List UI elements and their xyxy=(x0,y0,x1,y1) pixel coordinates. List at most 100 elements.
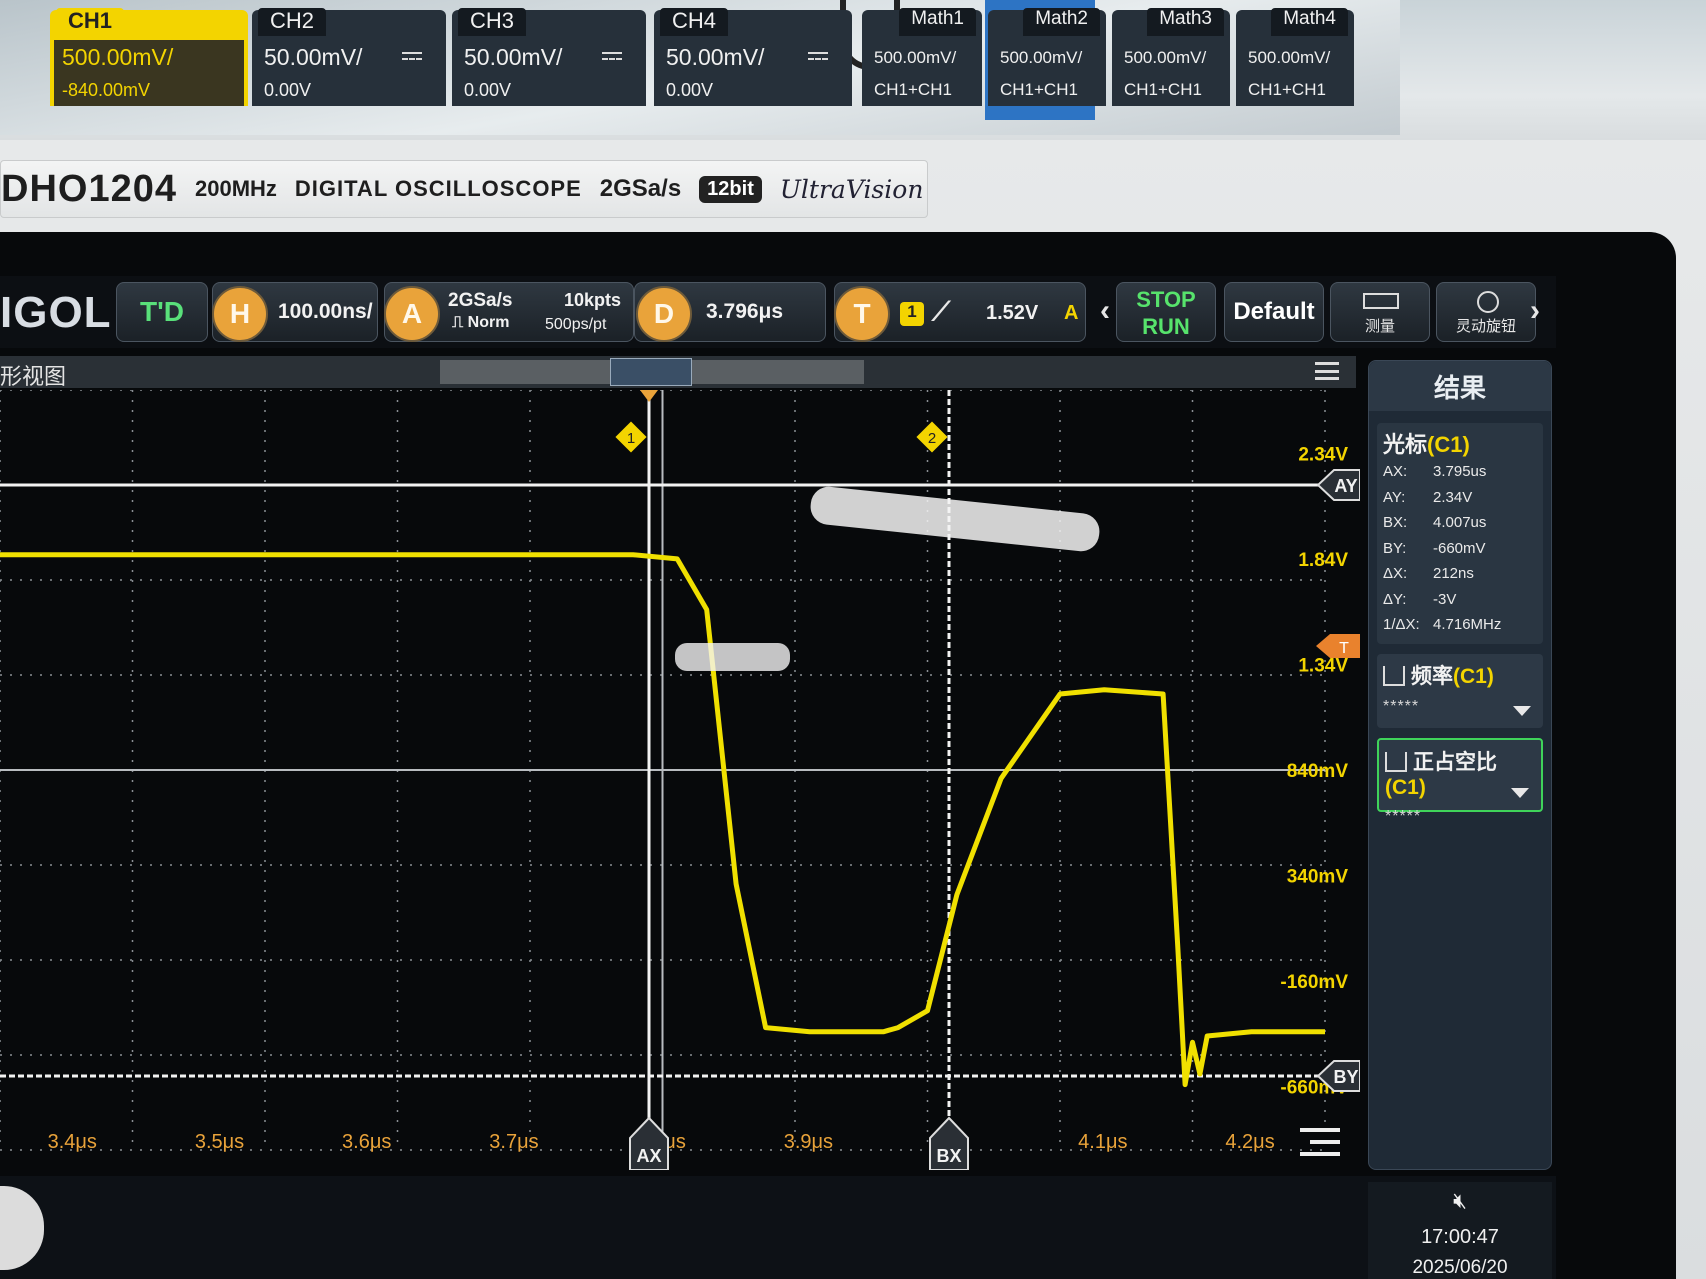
ch3-scale: 50.00mV/ xyxy=(464,44,563,70)
sample-rate-label: 2GSa/s xyxy=(599,175,682,202)
device-kind-label: DIGITAL OSCILLOSCOPE xyxy=(294,176,582,201)
duty-measurement[interactable]: 正占空比(C1) ***** xyxy=(1377,737,1543,825)
time-tick-label: 3.7μs xyxy=(489,1131,538,1153)
cursor-row-key: ΔY: xyxy=(1383,590,1407,608)
duty-source: (C1) xyxy=(1385,775,1426,799)
chevron-right-icon[interactable]: › xyxy=(1530,294,1540,328)
cursor-row-value: 2.34V xyxy=(1433,488,1473,506)
math2-expr: CH1+CH1 xyxy=(1000,80,1078,99)
ch2-box[interactable]: CH2 50.00mV/ 0.00V xyxy=(252,8,446,106)
math4-scale: 500.00mV/ xyxy=(1248,48,1331,67)
dc-coupling-icon xyxy=(808,52,828,60)
results-panel: 结果 光标(C1) AX: 3.795us AY: 2.34V BX: 4.007us BY… xyxy=(1368,360,1552,1170)
volt-tick-label: -160mV xyxy=(1280,972,1348,993)
volt-tick-label: 1.84V xyxy=(1298,550,1348,571)
trigger-source-badge: 1 xyxy=(900,302,924,326)
chevron-down-icon[interactable] xyxy=(1511,787,1529,798)
horizontal-key[interactable]: H xyxy=(212,286,268,342)
cursor-row: BY: -660mV xyxy=(1383,536,1537,562)
cursor-row-value: 3.795us xyxy=(1433,463,1487,481)
delay-value: 3.796μs xyxy=(706,300,784,323)
chevron-down-icon[interactable] xyxy=(1513,705,1531,716)
pulse-icon: ⎍ xyxy=(452,314,464,331)
measure-button[interactable]: 测量 xyxy=(1330,282,1430,342)
knob-label: 灵动旋钮 xyxy=(1455,318,1516,335)
cursor-rows: AX: 3.795us AY: 2.34V BX: 4.007us BY: -660mV ΔX:… xyxy=(1383,459,1537,638)
knob-button[interactable]: 灵动旋钮 xyxy=(1436,282,1536,342)
measure-label: 测量 xyxy=(1364,318,1395,335)
duty-label: 正占空比 xyxy=(1413,750,1497,774)
math4-tab: Math4 xyxy=(1271,8,1348,36)
acquire-rate: 2GSa/s xyxy=(448,290,513,311)
math2-tab: Math2 xyxy=(1023,8,1100,36)
cursor-readout-title: 光标(C1) xyxy=(1383,427,1537,459)
brand-strip: DHO1204 200MHz DIGITAL OSCILLOSCOPE 2GSa… xyxy=(0,160,928,218)
cursor-row: BX: 4.007us xyxy=(1383,510,1537,536)
frequency-measurement[interactable]: 频率(C1) ***** xyxy=(1377,653,1543,728)
time-tick-label: 3.6μs xyxy=(342,1131,391,1153)
cursor-row: AX: 3.795us xyxy=(1383,459,1537,485)
ch4-box[interactable]: CH4 50.00mV/ 0.00V xyxy=(654,8,852,106)
status-clock[interactable]: 🔇︎ 17:00:47 2025/06/20 xyxy=(1368,1182,1552,1279)
bandwidth-label: 200MHz xyxy=(194,176,277,201)
time-tick-label: 3.9μs xyxy=(784,1131,833,1153)
bx-tag-label: BX xyxy=(936,1146,961,1166)
ch4-tab: CH4 xyxy=(660,8,729,36)
ch3-tab: CH3 xyxy=(458,8,527,36)
ch4-scale: 50.00mV/ xyxy=(666,44,765,70)
ax-tag-label: AX xyxy=(636,1146,661,1166)
glare-reflection-2 xyxy=(675,643,790,671)
chevron-left-icon[interactable]: ‹ xyxy=(1100,294,1110,328)
ch1-offset: -840.00mV xyxy=(62,80,151,100)
frequency-title: 频率(C1) xyxy=(1383,660,1537,690)
time-tick-label: 3.5μs xyxy=(195,1131,244,1153)
stop-run-button[interactable]: STOP RUN xyxy=(1116,282,1216,342)
plot-background xyxy=(0,390,1360,1170)
cursor-row-key: ΔX: xyxy=(1383,565,1408,583)
dc-coupling-icon xyxy=(402,52,422,60)
ay-tag-label: AY xyxy=(1334,476,1357,496)
cursor-row-value: 4.007us xyxy=(1433,514,1487,532)
menu-icon[interactable] xyxy=(1315,362,1339,380)
bit-depth-badge: 12bit xyxy=(699,175,762,203)
pulse-icon xyxy=(1383,665,1405,686)
acquire-key[interactable]: A xyxy=(384,286,440,342)
default-button[interactable]: Default xyxy=(1224,282,1324,342)
math4-box[interactable]: Math4 500.00mV/ CH1+CH1 xyxy=(1236,8,1354,106)
math3-box[interactable]: Math3 500.00mV/ CH1+CH1 xyxy=(1112,8,1230,106)
cursor-row-value: 4.716MHz xyxy=(1433,616,1502,634)
math1-box[interactable]: Math1 500.00mV/ CH1+CH1 xyxy=(862,8,982,106)
cursor-readout[interactable]: 光标(C1) AX: 3.795us AY: 2.34V BX: 4.007us BY: -6… xyxy=(1377,423,1543,644)
ch3-box[interactable]: CH3 50.00mV/ 0.00V xyxy=(452,8,646,106)
rigol-logo: IGOL xyxy=(0,288,112,337)
acquire-depth: 10kpts xyxy=(564,290,622,310)
trigger-mode: A xyxy=(1064,302,1079,324)
math4-expr: CH1+CH1 xyxy=(1248,80,1326,99)
overview-viewport[interactable] xyxy=(610,358,692,386)
cursor-row: 1/ΔX: 4.716MHz xyxy=(1383,612,1537,638)
frequency-source: (C1) xyxy=(1453,664,1494,688)
ch2-tab: CH2 xyxy=(258,8,327,36)
math1-scale: 500.00mV/ xyxy=(874,48,957,67)
marker-1-label: 1 xyxy=(627,430,635,447)
pulse-icon xyxy=(1385,751,1407,772)
waveform-plot[interactable]: 1 2 2.34V 1.84V 1.34V 840mV 340mV -160mV -660m… xyxy=(0,390,1360,1170)
horizontal-scale-value: 100.00ns/ xyxy=(278,300,373,323)
speaker-mute-icon[interactable]: 🔇︎ xyxy=(1368,1188,1552,1214)
cursor-row-key: AY: xyxy=(1383,488,1406,506)
acquire-mode-label: Norm xyxy=(467,314,510,331)
math2-box[interactable]: Math2 500.00mV/ CH1+CH1 xyxy=(988,8,1106,106)
waveform-overview[interactable]: 形视图 xyxy=(0,356,1356,389)
cursor-row: AY: 2.34V xyxy=(1383,485,1537,511)
ch4-offset: 0.00V xyxy=(666,80,714,100)
ch1-box[interactable]: CH1 500.00mV/ -840.00mV xyxy=(50,8,248,106)
dc-coupling-icon xyxy=(602,52,622,60)
delay-key[interactable]: D xyxy=(636,286,692,342)
trigger-tag-label: T xyxy=(1339,640,1349,657)
channel-bar xyxy=(0,1176,1556,1279)
trigger-key[interactable]: T xyxy=(834,286,890,342)
volt-tick-label: 840mV xyxy=(1287,761,1349,782)
cursor-row-key: 1/ΔX: xyxy=(1383,616,1420,634)
td-button[interactable]: T'D xyxy=(116,282,208,342)
cursor-row: ΔY: -3V xyxy=(1383,587,1537,613)
